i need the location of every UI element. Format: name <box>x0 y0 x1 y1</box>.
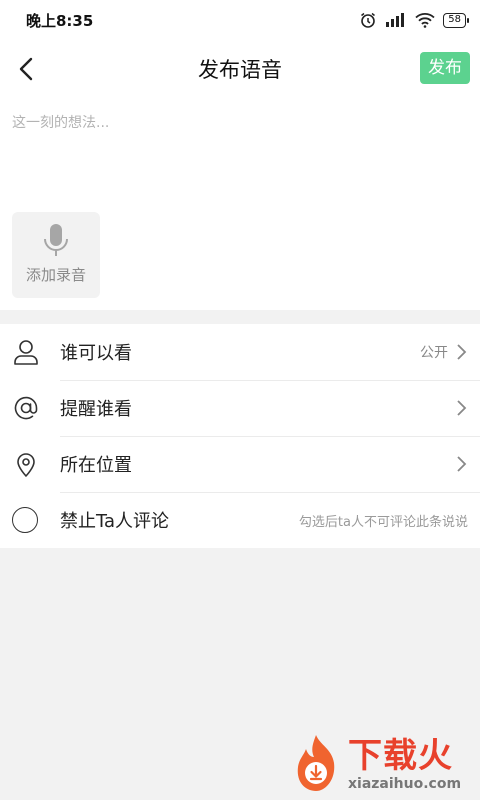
no-comment-checkbox[interactable] <box>12 507 38 533</box>
fire-logo-icon <box>297 735 335 791</box>
compose-panel: 晚上8:35 58 发布语音 发布 这一刻的想法... 添加录音 <box>0 0 480 310</box>
add-audio-button[interactable]: 添加录音 <box>12 212 100 298</box>
status-bar: 晚上8:35 58 <box>0 0 480 40</box>
page-title: 发布语音 <box>198 58 282 82</box>
user-icon <box>14 340 38 365</box>
signal-icon <box>386 13 405 27</box>
watermark: 下载火 xiazaihuo.com <box>286 732 476 796</box>
mention-row[interactable]: 提醒谁看 <box>0 380 480 436</box>
back-arrow-icon[interactable] <box>14 54 40 84</box>
wifi-icon <box>415 13 435 28</box>
no-comment-label: 禁止Ta人评论 <box>60 511 170 532</box>
watermark-en: xiazaihuo.com <box>348 776 462 792</box>
status-icons: 58 <box>359 11 469 29</box>
chevron-right-icon <box>457 344 467 360</box>
chevron-right-icon <box>457 400 467 416</box>
visibility-row[interactable]: 谁可以看 公开 <box>0 324 480 380</box>
watermark-cn: 下载火 <box>348 736 453 776</box>
add-audio-label: 添加录音 <box>25 266 86 284</box>
location-pin-icon <box>17 453 35 477</box>
publish-button[interactable]: 发布 <box>420 52 470 84</box>
mention-label: 提醒谁看 <box>60 399 132 420</box>
at-sign-icon <box>14 396 38 420</box>
chevron-right-icon <box>457 456 467 472</box>
visibility-label: 谁可以看 <box>60 343 132 364</box>
no-comment-row[interactable]: 禁止Ta人评论 勾选后ta人不可评论此条说说 <box>0 492 480 548</box>
battery-icon: 58 <box>443 12 469 28</box>
alarm-icon <box>361 12 376 28</box>
microphone-icon <box>44 224 68 256</box>
thought-input[interactable] <box>12 112 468 202</box>
navbar: 发布语音 发布 <box>0 40 480 98</box>
options-list: 谁可以看 公开 提醒谁看 所在位置 禁止Ta人评论 勾选后ta人不可评论此条说说 <box>0 324 480 548</box>
visibility-value: 公开 <box>420 345 448 361</box>
location-row[interactable]: 所在位置 <box>0 436 480 492</box>
no-comment-hint: 勾选后ta人不可评论此条说说 <box>298 514 468 530</box>
status-time: 晚上8:35 <box>26 11 94 30</box>
location-label: 所在位置 <box>60 455 132 476</box>
